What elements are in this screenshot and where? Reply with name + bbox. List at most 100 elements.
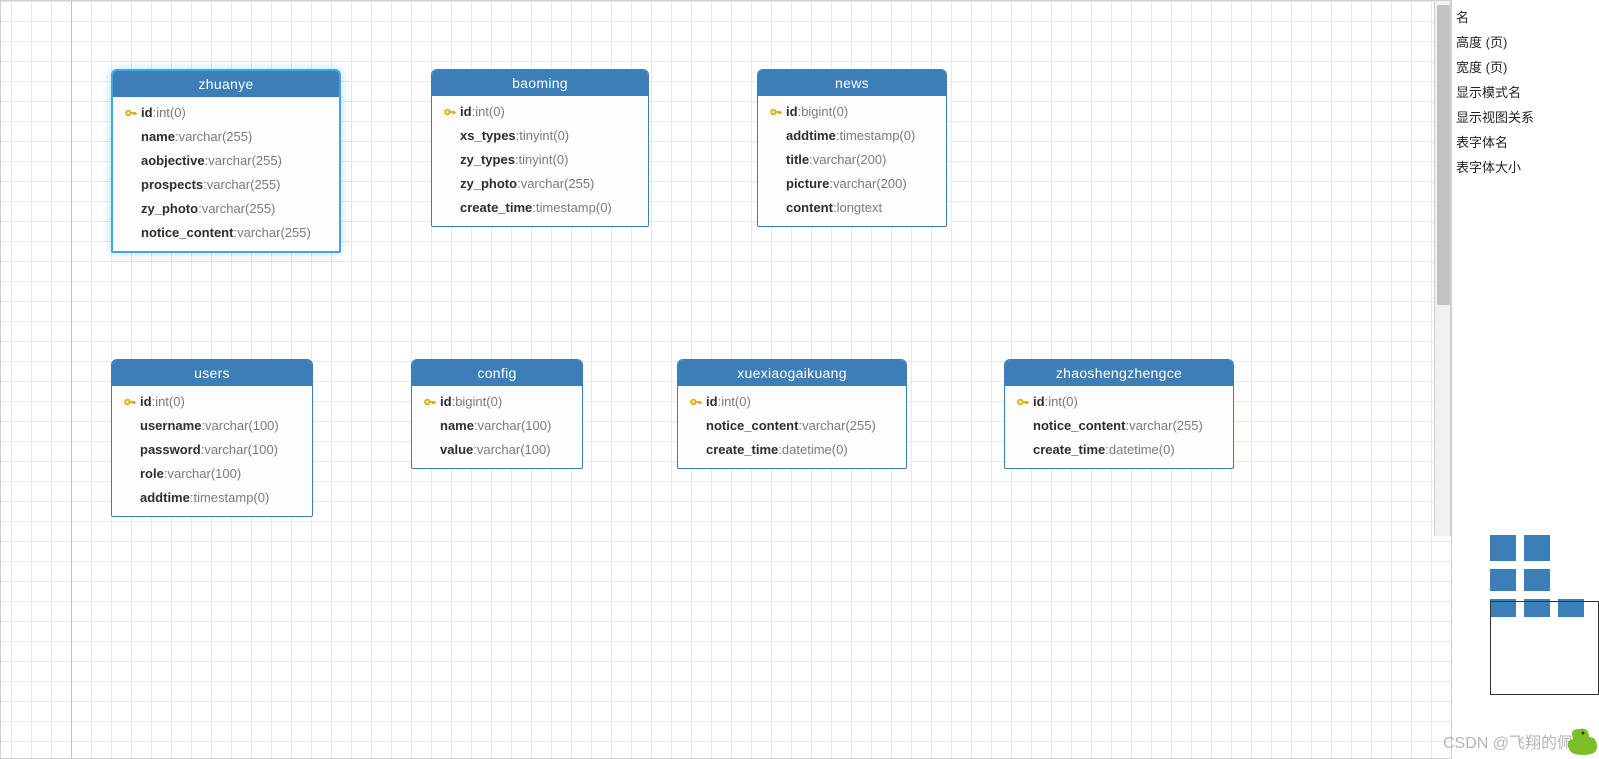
table-title[interactable]: users [112, 360, 312, 386]
minimap[interactable] [1490, 535, 1599, 695]
table-column-row[interactable]: addtime: timestamp(0) [758, 124, 946, 148]
table-column-row[interactable]: addtime: timestamp(0) [112, 486, 312, 510]
table-column-row[interactable]: password: varchar(100) [112, 438, 312, 462]
column-type: bigint(0) [455, 392, 502, 412]
primary-key-icon [766, 105, 786, 119]
canvas-scrollbar-vertical[interactable] [1434, 1, 1451, 536]
table-column-row[interactable]: id: int(0) [112, 390, 312, 414]
table-title[interactable]: zhaoshengzhengce [1005, 360, 1233, 386]
table-column-row[interactable]: create_time: datetime(0) [1005, 438, 1233, 462]
table-column-row[interactable]: name: varchar(100) [412, 414, 582, 438]
column-name: id [1033, 392, 1045, 412]
column-type: varchar(255) [802, 416, 876, 436]
primary-key-icon [420, 395, 440, 409]
column-name: notice_content [1033, 416, 1125, 436]
table-title[interactable]: zhuanye [113, 71, 339, 97]
table-column-row[interactable]: title: varchar(200) [758, 148, 946, 172]
table-column-row[interactable]: username: varchar(100) [112, 414, 312, 438]
property-row[interactable]: 名 [1454, 4, 1597, 29]
table-column-row[interactable]: name: varchar(255) [113, 125, 339, 149]
table-column-row[interactable]: id: int(0) [113, 101, 339, 125]
table-column-row[interactable]: xs_types: tinyint(0) [432, 124, 648, 148]
column-name: aobjective [141, 151, 205, 171]
table-zhuanye[interactable]: zhuanyeid: int(0)name: varchar(255)aobje… [111, 69, 341, 253]
column-type: varchar(200) [833, 174, 907, 194]
column-name: content [786, 198, 833, 218]
column-type: varchar(255) [521, 174, 595, 194]
column-type: tinyint(0) [519, 150, 569, 170]
table-baoming[interactable]: baomingid: int(0)xs_types: tinyint(0)zy_… [431, 69, 649, 227]
table-column-row[interactable]: create_time: timestamp(0) [432, 196, 648, 220]
table-column-row[interactable]: notice_content: varchar(255) [113, 221, 339, 245]
column-name: zy_photo [141, 199, 198, 219]
table-column-row[interactable]: create_time: datetime(0) [678, 438, 906, 462]
table-body: id: bigint(0)addtime: timestamp(0)title:… [758, 96, 946, 226]
table-title[interactable]: baoming [432, 70, 648, 96]
table-column-row[interactable]: id: bigint(0) [412, 390, 582, 414]
table-column-row[interactable]: notice_content: varchar(255) [1005, 414, 1233, 438]
table-column-row[interactable]: zy_types: tinyint(0) [432, 148, 648, 172]
table-body: id: int(0)name: varchar(255)aobjective: … [113, 97, 339, 251]
primary-key-icon [121, 106, 141, 120]
column-type: timestamp(0) [839, 126, 915, 146]
table-column-row[interactable]: aobjective: varchar(255) [113, 149, 339, 173]
table-xuexiaogaikuang[interactable]: xuexiaogaikuang id: int(0)notice_content:… [677, 359, 907, 469]
table-config[interactable]: config id: bigint(0)name: varchar(100)val… [411, 359, 583, 469]
column-name: notice_content [141, 223, 233, 243]
column-name: name [141, 127, 175, 147]
table-news[interactable]: newsid: bigint(0)addtime: timestamp(0)ti… [757, 69, 947, 227]
column-name: addtime [786, 126, 836, 146]
column-name: id [141, 103, 153, 123]
column-name: id [786, 102, 798, 122]
column-type: datetime(0) [1109, 440, 1175, 460]
table-title[interactable]: config [412, 360, 582, 386]
property-row[interactable]: 高度 (页) [1454, 29, 1597, 54]
property-row[interactable]: 显示视图关系 [1454, 104, 1597, 129]
column-type: varchar(100) [478, 416, 552, 436]
table-body: id: int(0)notice_content: varchar(255)cr… [1005, 386, 1233, 468]
table-column-row[interactable]: zy_photo: varchar(255) [432, 172, 648, 196]
table-column-row[interactable]: prospects: varchar(255) [113, 173, 339, 197]
column-name: name [440, 416, 474, 436]
table-column-row[interactable]: id: int(0) [1005, 390, 1233, 414]
table-column-row[interactable]: zy_photo: varchar(255) [113, 197, 339, 221]
primary-key-icon [120, 395, 140, 409]
table-column-row[interactable]: content: longtext [758, 196, 946, 220]
column-name: prospects [141, 175, 203, 195]
minimap-viewport[interactable] [1490, 601, 1599, 695]
column-name: create_time [706, 440, 778, 460]
column-type: varchar(100) [205, 416, 279, 436]
property-row[interactable]: 显示模式名 [1454, 79, 1597, 104]
column-name: addtime [140, 488, 190, 508]
primary-key-icon [1013, 395, 1033, 409]
table-users[interactable]: users id: int(0)username: varchar(100)pas… [111, 359, 313, 517]
column-name: username [140, 416, 201, 436]
scrollbar-thumb[interactable] [1437, 5, 1450, 305]
table-column-row[interactable]: id: bigint(0) [758, 100, 946, 124]
table-column-row[interactable]: picture: varchar(200) [758, 172, 946, 196]
property-row[interactable]: 宽度 (页) [1454, 54, 1597, 79]
table-title[interactable]: xuexiaogaikuang [678, 360, 906, 386]
column-type: int(0) [155, 392, 185, 412]
column-type: bigint(0) [801, 102, 848, 122]
primary-key-icon [440, 105, 460, 119]
column-type: int(0) [475, 102, 505, 122]
column-name: password [140, 440, 201, 460]
table-column-row[interactable]: notice_content: varchar(255) [678, 414, 906, 438]
table-column-row[interactable]: value: varchar(100) [412, 438, 582, 462]
table-column-row[interactable]: id: int(0) [678, 390, 906, 414]
table-zhaoshengzhengce[interactable]: zhaoshengzhengceid: int(0)notice_content… [1004, 359, 1234, 469]
column-type: int(0) [156, 103, 186, 123]
properties-panel: 名高度 (页)宽度 (页)显示模式名显示视图关系表字体名表字体大小 [1452, 0, 1599, 183]
column-type: longtext [837, 198, 883, 218]
table-column-row[interactable]: role: varchar(100) [112, 462, 312, 486]
table-title[interactable]: news [758, 70, 946, 96]
property-row[interactable]: 表字体大小 [1454, 154, 1597, 179]
diagram-canvas[interactable]: zhuanyeid: int(0)name: varchar(255)aobje… [0, 0, 1452, 759]
column-type: varchar(255) [179, 127, 253, 147]
column-name: title [786, 150, 809, 170]
column-type: timestamp(0) [536, 198, 612, 218]
column-name: notice_content [706, 416, 798, 436]
property-row[interactable]: 表字体名 [1454, 129, 1597, 154]
table-column-row[interactable]: id: int(0) [432, 100, 648, 124]
